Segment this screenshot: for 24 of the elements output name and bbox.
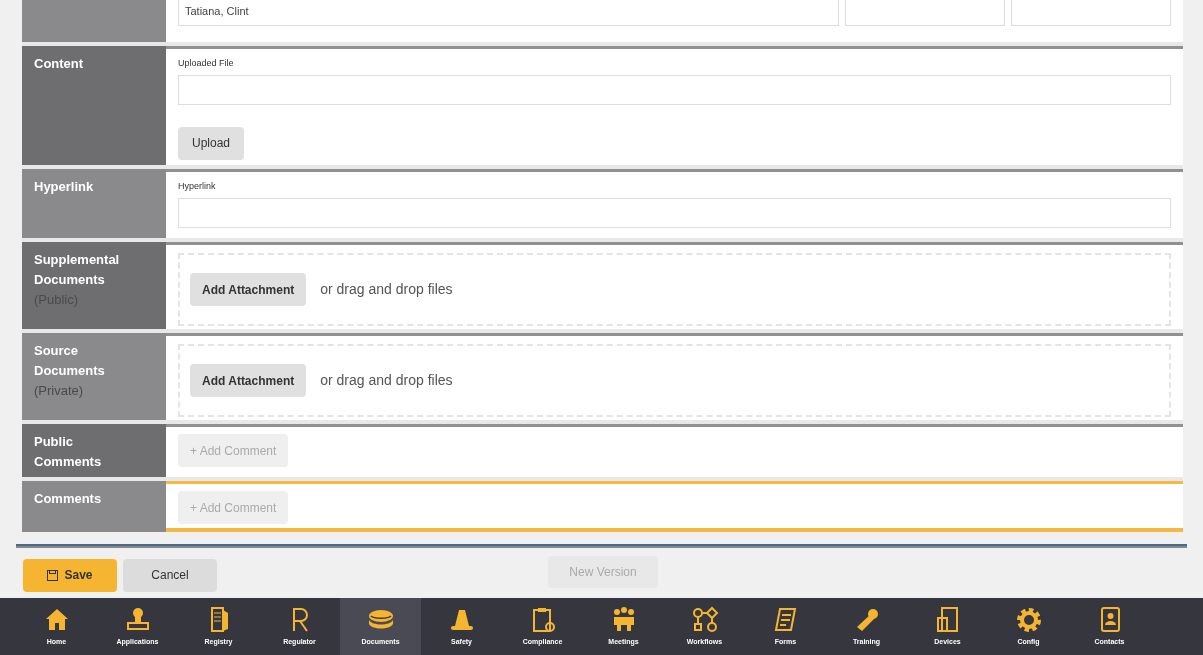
row-label: Supplemental Documents bbox=[34, 251, 121, 289]
drop-hint: or drag and drop files bbox=[320, 371, 453, 390]
row-label: Source Documents bbox=[34, 342, 106, 380]
save-button[interactable]: Save bbox=[23, 558, 117, 592]
add-attachment-button[interactable]: Add Attachment bbox=[190, 273, 307, 306]
row-sublabel: (Private) bbox=[34, 382, 85, 400]
cancel-button[interactable]: Cancel bbox=[123, 558, 217, 592]
input-field[interactable] bbox=[178, 74, 1171, 105]
add-attachment-button[interactable]: Add Attachment bbox=[190, 364, 307, 397]
field-label: Uploaded File bbox=[178, 57, 234, 70]
save-icon bbox=[47, 569, 59, 581]
row-label: Hyperlink bbox=[34, 178, 95, 196]
field-label: Hyperlink bbox=[178, 180, 216, 193]
upload-button[interactable]: Upload bbox=[178, 126, 245, 160]
input-field[interactable]: Tatiana, Clint bbox=[178, 0, 839, 26]
drop-zone[interactable]: Add Attachment or drag and drop files bbox=[178, 344, 1171, 417]
row-label: Comments bbox=[34, 490, 103, 508]
drop-hint: or drag and drop files bbox=[320, 280, 453, 299]
input-field[interactable] bbox=[1011, 0, 1171, 26]
row-label: Content bbox=[34, 55, 85, 73]
row-label: Public Comments bbox=[34, 433, 103, 471]
input-field[interactable] bbox=[178, 197, 1171, 228]
input-field[interactable] bbox=[845, 0, 1005, 26]
drop-zone[interactable]: Add Attachment or drag and drop files bbox=[178, 253, 1171, 326]
